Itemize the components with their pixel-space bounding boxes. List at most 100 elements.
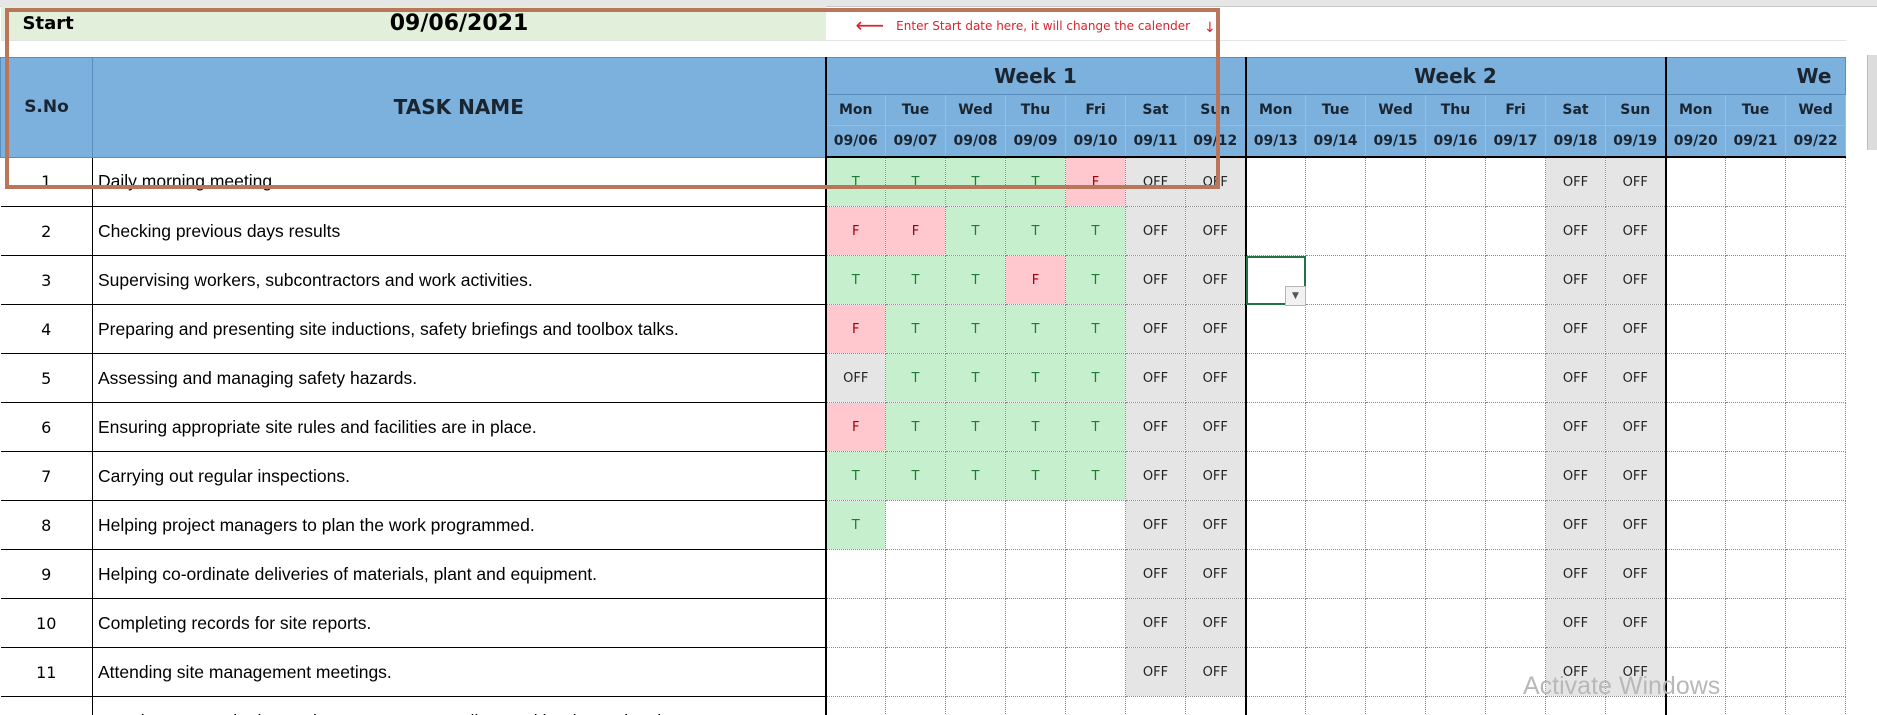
- schedule-cell[interactable]: [885, 647, 946, 697]
- schedule-cell[interactable]: [1425, 451, 1486, 501]
- schedule-cell[interactable]: [1005, 549, 1066, 599]
- schedule-cell[interactable]: T: [885, 451, 946, 501]
- schedule-cell[interactable]: [1065, 598, 1126, 648]
- schedule-cell[interactable]: [1305, 549, 1366, 599]
- schedule-cell[interactable]: [1365, 353, 1426, 403]
- schedule-cell[interactable]: [1485, 500, 1546, 550]
- task-name[interactable]: Preparing and presenting site inductions…: [92, 304, 826, 354]
- schedule-cell[interactable]: [1784, 402, 1847, 452]
- schedule-cell[interactable]: [1244, 696, 1306, 715]
- schedule-cell[interactable]: [1784, 598, 1847, 648]
- schedule-cell[interactable]: [1664, 451, 1726, 501]
- schedule-cell[interactable]: [1365, 157, 1426, 207]
- schedule-cell[interactable]: T: [945, 255, 1006, 305]
- schedule-cell[interactable]: [1784, 647, 1847, 697]
- schedule-cell[interactable]: [1365, 255, 1426, 305]
- schedule-cell[interactable]: [1305, 304, 1366, 354]
- schedule-cell[interactable]: T: [824, 157, 886, 207]
- schedule-cell[interactable]: [1784, 696, 1847, 715]
- schedule-cell[interactable]: OFF: [1185, 598, 1246, 648]
- schedule-cell[interactable]: T: [1065, 304, 1126, 354]
- schedule-cell[interactable]: [1425, 549, 1486, 599]
- schedule-cell[interactable]: [1784, 255, 1847, 305]
- schedule-cell[interactable]: [1725, 647, 1786, 697]
- task-name[interactable]: Carrying out regular inspections.: [92, 451, 826, 501]
- schedule-cell[interactable]: T: [824, 255, 886, 305]
- schedule-cell[interactable]: [1305, 157, 1366, 207]
- schedule-cell[interactable]: [1365, 206, 1426, 256]
- schedule-cell[interactable]: T: [1005, 206, 1066, 256]
- schedule-cell[interactable]: [1065, 549, 1126, 599]
- schedule-cell[interactable]: [1185, 696, 1246, 715]
- schedule-cell[interactable]: T: [824, 451, 886, 501]
- schedule-cell[interactable]: T: [885, 157, 946, 207]
- schedule-cell[interactable]: OFF: [1125, 500, 1186, 550]
- schedule-cell[interactable]: OFF: [1605, 500, 1666, 550]
- schedule-cell[interactable]: [1784, 451, 1847, 501]
- schedule-cell[interactable]: T: [885, 255, 946, 305]
- task-number[interactable]: 2: [0, 206, 93, 256]
- schedule-cell[interactable]: T: [1005, 402, 1066, 452]
- schedule-cell[interactable]: [1425, 157, 1486, 207]
- schedule-cell[interactable]: [1485, 402, 1546, 452]
- schedule-cell[interactable]: [824, 598, 886, 648]
- schedule-cell[interactable]: [1005, 696, 1066, 715]
- schedule-cell[interactable]: T: [1065, 206, 1126, 256]
- schedule-cell[interactable]: [1664, 206, 1726, 256]
- schedule-cell[interactable]: [1365, 500, 1426, 550]
- schedule-cell[interactable]: OFF: [1125, 451, 1186, 501]
- schedule-cell[interactable]: [945, 647, 1006, 697]
- schedule-cell[interactable]: OFF: [1605, 304, 1666, 354]
- schedule-cell[interactable]: T: [945, 451, 1006, 501]
- schedule-cell[interactable]: [1784, 500, 1847, 550]
- schedule-cell[interactable]: [1664, 402, 1726, 452]
- schedule-cell[interactable]: OFF: [1605, 157, 1666, 207]
- schedule-cell[interactable]: OFF: [1185, 304, 1246, 354]
- task-name[interactable]: Ensuring appropriate site rules and faci…: [92, 402, 826, 452]
- schedule-cell[interactable]: F: [824, 206, 886, 256]
- schedule-cell[interactable]: T: [1005, 157, 1066, 207]
- schedule-cell[interactable]: T: [945, 206, 1006, 256]
- schedule-cell[interactable]: OFF: [1125, 304, 1186, 354]
- schedule-cell[interactable]: [1725, 353, 1786, 403]
- task-name[interactable]: Helping project managers to plan the wor…: [92, 500, 826, 550]
- schedule-cell[interactable]: OFF: [1545, 255, 1606, 305]
- schedule-cell[interactable]: [1244, 304, 1306, 354]
- schedule-cell[interactable]: [1725, 402, 1786, 452]
- schedule-cell[interactable]: [1784, 157, 1847, 207]
- task-number[interactable]: [0, 696, 93, 715]
- schedule-cell[interactable]: [885, 500, 946, 550]
- schedule-cell[interactable]: F: [1065, 157, 1126, 207]
- schedule-cell[interactable]: OFF: [1185, 255, 1246, 305]
- schedule-cell[interactable]: T: [945, 157, 1006, 207]
- schedule-cell[interactable]: T: [824, 500, 886, 550]
- task-number[interactable]: 5: [0, 353, 93, 403]
- schedule-cell[interactable]: T: [945, 402, 1006, 452]
- schedule-cell[interactable]: [824, 549, 886, 599]
- schedule-cell[interactable]: [1485, 549, 1546, 599]
- schedule-cell[interactable]: [1784, 549, 1847, 599]
- schedule-cell[interactable]: OFF: [1545, 304, 1606, 354]
- schedule-cell[interactable]: [1244, 353, 1306, 403]
- schedule-cell[interactable]: OFF: [1125, 157, 1186, 207]
- schedule-cell[interactable]: F: [824, 402, 886, 452]
- schedule-cell[interactable]: OFF: [1545, 500, 1606, 550]
- task-name[interactable]: Carrying out regular inspections to ensu…: [92, 696, 826, 715]
- schedule-cell[interactable]: [1725, 255, 1786, 305]
- task-name[interactable]: Completing records for site reports.: [92, 598, 826, 648]
- schedule-cell[interactable]: [1244, 549, 1306, 599]
- schedule-cell[interactable]: [1065, 647, 1126, 697]
- schedule-cell[interactable]: [1725, 549, 1786, 599]
- schedule-cell[interactable]: [1425, 500, 1486, 550]
- schedule-cell[interactable]: [945, 500, 1006, 550]
- schedule-cell[interactable]: [945, 598, 1006, 648]
- schedule-cell[interactable]: [1244, 647, 1306, 697]
- schedule-cell[interactable]: OFF: [1545, 206, 1606, 256]
- schedule-cell[interactable]: [1664, 304, 1726, 354]
- schedule-cell[interactable]: [1485, 353, 1546, 403]
- schedule-cell[interactable]: [1664, 500, 1726, 550]
- schedule-cell[interactable]: [1485, 598, 1546, 648]
- schedule-cell[interactable]: [1725, 157, 1786, 207]
- task-number[interactable]: 8: [0, 500, 93, 550]
- schedule-cell[interactable]: [1365, 598, 1426, 648]
